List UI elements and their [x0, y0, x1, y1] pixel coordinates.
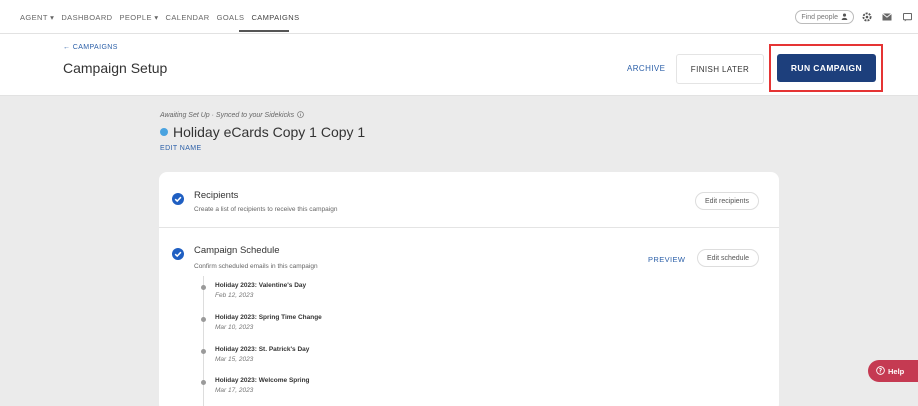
edit-schedule-button[interactable]: Edit schedule	[697, 249, 759, 267]
campaign-name-text: Holiday eCards Copy 1 Copy 1	[173, 124, 366, 140]
recipients-subtitle: Create a list of recipients to receive t…	[194, 206, 338, 213]
campaign-setup-card: Recipients Create a list of recipients t…	[159, 172, 779, 406]
schedule-timeline	[203, 276, 204, 406]
active-tab-indicator	[239, 30, 289, 32]
info-icon[interactable]	[297, 111, 304, 120]
schedule-title: Campaign Schedule	[194, 245, 280, 256]
person-icon	[841, 13, 848, 22]
nav-item-dashboard[interactable]: DASHBOARD	[61, 13, 112, 22]
campaign-name: Holiday eCards Copy 1 Copy 1	[160, 124, 365, 140]
timeline-dot-icon	[201, 349, 206, 354]
help-button[interactable]: ? Help	[868, 360, 918, 382]
timeline-dot-icon	[201, 380, 206, 385]
nav-item-goals[interactable]: GOALS	[217, 13, 245, 22]
help-label: Help	[888, 366, 905, 376]
event-date: Mar 10, 2023	[215, 324, 254, 331]
gear-icon[interactable]	[860, 10, 874, 24]
nav-item-people[interactable]: PEOPLE ▾	[119, 13, 158, 22]
timeline-dot-icon	[201, 317, 206, 322]
schedule-subtitle: Confirm scheduled emails in this campaig…	[194, 263, 318, 270]
event-title[interactable]: Holiday 2023: Welcome Spring	[215, 377, 310, 384]
campaign-status-text: Awaiting Set Up · Synced to your Sidekic…	[160, 112, 295, 119]
archive-link[interactable]: ARCHIVE	[627, 64, 665, 73]
event-title[interactable]: Holiday 2023: Spring Time Change	[215, 314, 322, 321]
nav-item-calendar[interactable]: CALENDAR	[166, 13, 210, 22]
section-divider	[159, 227, 779, 228]
edit-recipients-button[interactable]: Edit recipients	[695, 192, 759, 210]
recipients-title: Recipients	[194, 190, 239, 201]
check-circle-icon	[172, 247, 184, 260]
mail-icon[interactable]	[880, 10, 894, 24]
nav-menu: AGENT ▾ DASHBOARD PEOPLE ▾ CALENDAR GOAL…	[20, 13, 300, 22]
edit-name-link[interactable]: EDIT NAME	[160, 145, 202, 152]
question-circle-icon: ?	[876, 365, 885, 377]
campaign-color-dot-icon	[160, 128, 168, 136]
finish-later-button[interactable]: FINISH LATER	[676, 54, 764, 84]
find-people-input[interactable]: Find people	[795, 10, 854, 24]
nav-item-campaigns[interactable]: CAMPAIGNS	[251, 13, 299, 22]
nav-utilities: Find people	[795, 10, 914, 24]
event-title[interactable]: Holiday 2023: St. Patrick's Day	[215, 346, 309, 353]
page-title: Campaign Setup	[63, 60, 168, 76]
event-date: Feb 12, 2023	[215, 292, 254, 299]
run-campaign-button[interactable]: RUN CAMPAIGN	[777, 54, 876, 82]
preview-link[interactable]: PREVIEW	[648, 255, 685, 264]
page-header: ← CAMPAIGNS Campaign Setup ARCHIVE FINIS…	[0, 34, 918, 96]
find-people-label: Find people	[801, 13, 838, 21]
event-date: Mar 15, 2023	[215, 356, 254, 363]
check-circle-icon	[172, 192, 184, 205]
back-to-campaigns-link[interactable]: ← CAMPAIGNS	[63, 44, 118, 51]
chat-icon[interactable]	[900, 10, 914, 24]
timeline-dot-icon	[201, 285, 206, 290]
nav-item-agent[interactable]: AGENT ▾	[20, 13, 54, 22]
event-date: Mar 17, 2023	[215, 387, 254, 394]
top-navigation: AGENT ▾ DASHBOARD PEOPLE ▾ CALENDAR GOAL…	[0, 0, 918, 34]
event-title[interactable]: Holiday 2023: Valentine's Day	[215, 282, 306, 289]
campaign-status: Awaiting Set Up · Synced to your Sidekic…	[160, 111, 304, 120]
